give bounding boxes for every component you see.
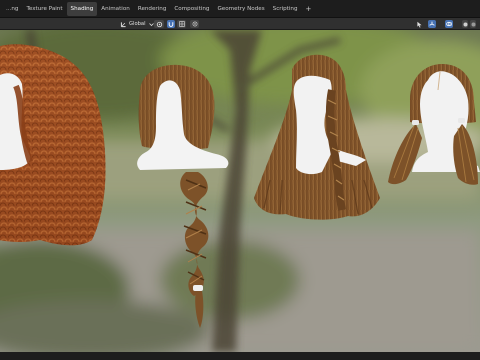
selectability-visibility-button[interactable] (414, 20, 424, 28)
hair-tie (458, 118, 465, 123)
shading-solid-button[interactable] (462, 20, 468, 28)
tab-sculpting[interactable]: ...ng (2, 2, 22, 16)
pivot-point-button[interactable] (154, 20, 164, 28)
transform-orientation-label: Global (129, 21, 146, 27)
hair-tie (412, 120, 419, 125)
workspace-tab-bar: ...ng Texture Paint Shading Animation Re… (0, 0, 480, 18)
status-bar (0, 352, 480, 360)
snap-toggle[interactable] (167, 20, 175, 28)
tab-scripting[interactable]: Scripting (269, 2, 302, 16)
overlays-icon (446, 21, 453, 27)
overlays-toggle[interactable] (445, 20, 453, 28)
tab-shading[interactable]: Shading (66, 1, 98, 16)
solid-sphere-icon (463, 22, 467, 26)
shading-material-button[interactable] (470, 20, 476, 28)
tab-animation[interactable]: Animation (97, 2, 134, 16)
tab-geometry-nodes[interactable]: Geometry Nodes (213, 2, 268, 16)
cursor-icon (416, 21, 422, 28)
viewport-scene (0, 30, 480, 352)
material-sphere-icon (471, 22, 475, 26)
pivot-icon (156, 21, 162, 27)
viewport-header: Global (0, 18, 480, 30)
orientation-axes-icon (120, 21, 126, 27)
chevron-down-icon (148, 22, 154, 26)
proportional-editing-button[interactable] (190, 20, 199, 28)
gizmo-icon (429, 21, 435, 26)
3d-viewport[interactable] (0, 30, 480, 352)
tab-compositing[interactable]: Compositing (170, 2, 213, 16)
tab-texture-paint[interactable]: Texture Paint (22, 2, 66, 16)
hair-tie (193, 285, 203, 291)
transform-orientation-dropdown[interactable]: Global (120, 20, 154, 28)
snap-target-dropdown[interactable] (177, 20, 186, 28)
grid-snap-icon (178, 21, 185, 27)
tab-rendering[interactable]: Rendering (134, 2, 171, 16)
proportional-icon (192, 21, 197, 27)
magnet-icon (168, 22, 174, 27)
add-workspace-button[interactable]: + (302, 5, 316, 13)
gizmo-toggle[interactable] (428, 20, 436, 28)
